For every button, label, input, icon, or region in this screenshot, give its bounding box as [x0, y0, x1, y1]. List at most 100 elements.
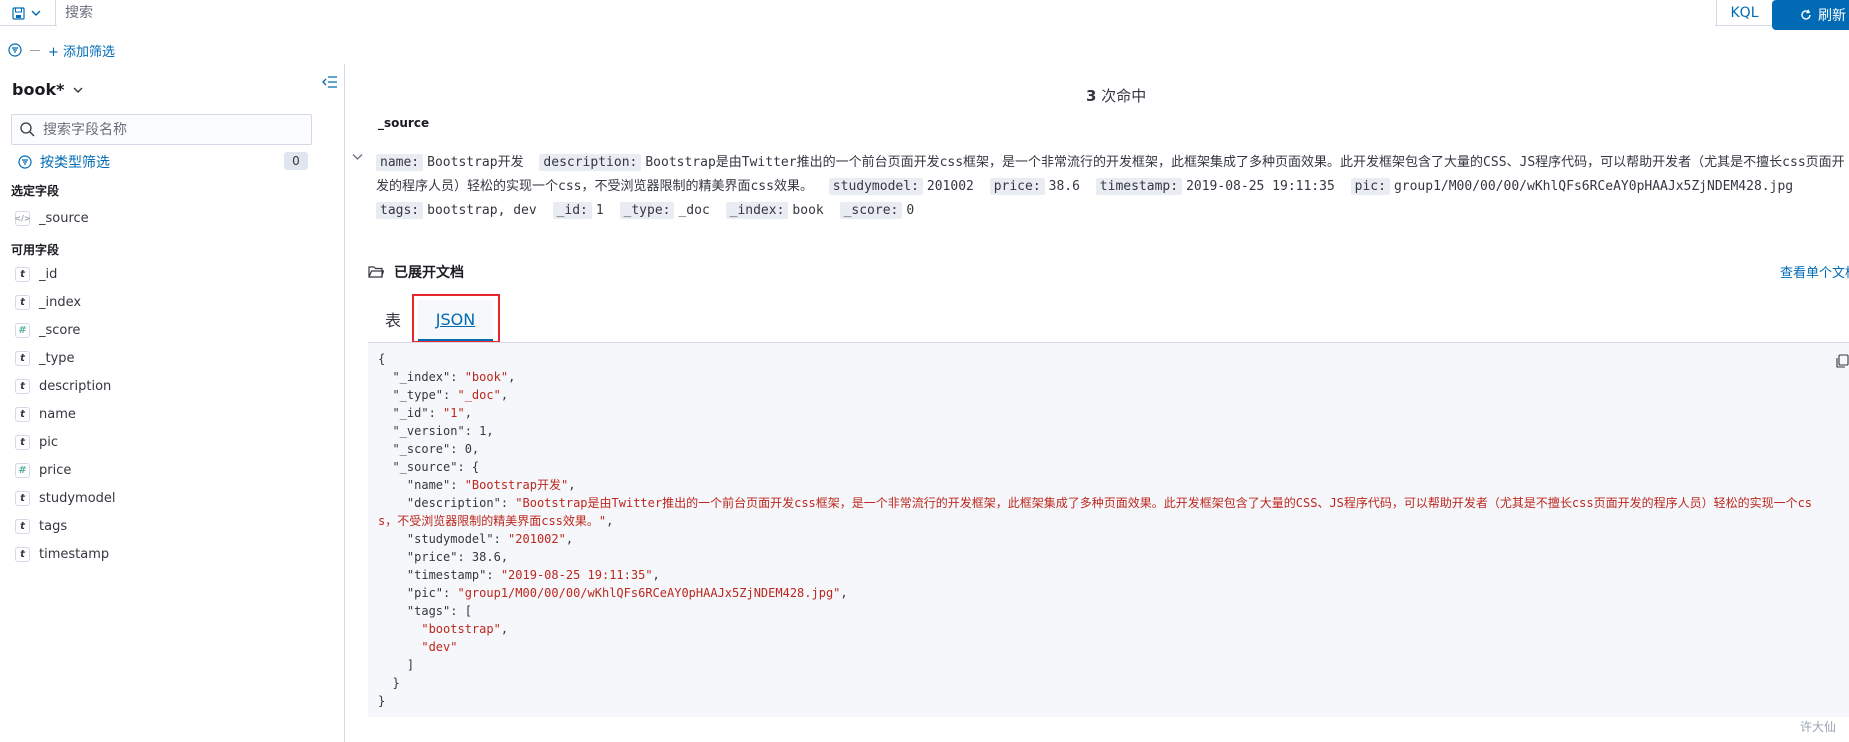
json-string: "group1/M00/00/00/wKhlQFs6RCeAY0pHAAJx5Z…	[457, 586, 841, 600]
json-string: "book"	[464, 370, 509, 384]
tab-table[interactable]: 表	[385, 307, 401, 331]
json-token: ,	[508, 370, 516, 384]
field-item-timestamp[interactable]: t timestamp	[15, 544, 109, 564]
field-item-id[interactable]: t _id	[15, 264, 57, 284]
search-input[interactable]	[57, 0, 1715, 26]
json-string: "2019-08-25 19:11:35"	[500, 568, 653, 582]
json-token: "price": 38.6,	[378, 550, 509, 564]
field-name: tags	[39, 518, 68, 534]
field-item-tags[interactable]: t tags	[15, 516, 67, 536]
field-item-source[interactable]: </> _source	[14, 208, 89, 228]
json-string: "dev"	[421, 640, 458, 654]
json-line: "timestamp": "2019-08-25 19:11:35",	[378, 566, 1812, 584]
field-item-pic[interactable]: t pic	[15, 432, 58, 452]
field-item-name[interactable]: t name	[15, 404, 76, 424]
field-name: _id	[39, 266, 58, 282]
field-name: _index	[39, 294, 82, 310]
save-icon	[12, 6, 25, 20]
field-name: timestamp	[39, 546, 110, 562]
view-single-document-link[interactable]: 查看单个文档	[1780, 262, 1849, 281]
json-line: "studymodel": "201002",	[378, 530, 1812, 548]
expanded-document-title: 已展开文档	[394, 265, 464, 281]
number-type-icon: #	[15, 322, 30, 338]
string-type-icon: t	[15, 434, 30, 450]
collapse-sidebar-icon[interactable]	[322, 74, 338, 93]
field-search-input[interactable]	[43, 121, 303, 138]
field-search-box	[11, 114, 312, 145]
refresh-button[interactable]: 刷新	[1772, 0, 1849, 30]
string-type-icon: t	[15, 266, 30, 282]
json-string: "1"	[443, 406, 465, 420]
summary-key: _score:	[839, 202, 903, 219]
field-name: _type	[39, 350, 75, 366]
json-token: ,	[652, 568, 660, 582]
hits-counter: 3 次命中	[1086, 85, 1146, 106]
json-line: "pic": "group1/M00/00/00/wKhlQFs6RCeAY0p…	[378, 584, 1812, 602]
tab-json[interactable]: JSON	[418, 300, 493, 341]
chevron-down-icon	[31, 10, 41, 16]
summary-value: 2019-08-25 19:11:35	[1186, 179, 1335, 194]
json-string: "bootstrap"	[421, 622, 501, 636]
hits-label: 次命中	[1101, 87, 1147, 105]
number-type-icon: #	[15, 462, 30, 478]
json-line: s，不受浏览器限制的精美界面css效果。",	[378, 512, 1812, 530]
json-line: "_type": "_doc",	[378, 386, 1812, 404]
summary-value: 1	[595, 203, 604, 218]
filter-row: + 添加筛选	[8, 40, 115, 60]
json-line: "dev"	[378, 638, 1812, 656]
summary-value: book	[792, 203, 824, 218]
json-line: "_index": "book",	[378, 368, 1812, 386]
index-pattern-name: book*	[12, 80, 65, 99]
index-pattern-selector[interactable]: book*	[12, 80, 84, 99]
hits-count: 3	[1086, 87, 1097, 105]
filter-icon	[18, 155, 32, 169]
available-fields-title: 可用字段	[11, 243, 60, 257]
summary-value: bootstrap, dev	[427, 203, 537, 218]
json-token: "_type":	[378, 388, 458, 402]
field-item-studymodel[interactable]: t studymodel	[15, 488, 116, 508]
field-item-description[interactable]: t description	[15, 376, 111, 396]
source-code-icon: </>	[14, 210, 31, 226]
json-string: "201002"	[508, 532, 566, 546]
json-token: "_score": 0,	[378, 442, 480, 456]
filter-icon[interactable]	[8, 43, 22, 57]
field-item-index[interactable]: t _index	[15, 292, 81, 312]
field-name: name	[39, 406, 76, 422]
string-type-icon: t	[15, 546, 30, 562]
json-token: ,	[606, 514, 614, 528]
json-token: ,	[464, 406, 472, 420]
json-token: ,	[565, 532, 574, 546]
saved-query-menu[interactable]	[0, 0, 56, 26]
field-item-type[interactable]: t _type	[15, 348, 75, 368]
json-token: ,	[568, 478, 576, 492]
summary-key: tags:	[376, 202, 424, 219]
refresh-icon	[1801, 9, 1811, 20]
add-filter-button[interactable]: + 添加筛选	[48, 41, 115, 60]
json-token: "name":	[378, 478, 465, 492]
json-string: "_doc"	[457, 388, 501, 402]
field-name: studymodel	[39, 490, 116, 506]
search-icon	[20, 122, 35, 137]
field-name: description	[39, 378, 112, 394]
json-token: "_version": 1,	[378, 424, 494, 438]
field-item-score[interactable]: # _score	[15, 320, 80, 340]
collapse-row-icon[interactable]	[352, 150, 363, 164]
selected-fields-title: 选定字段	[11, 184, 60, 198]
json-token: "pic":	[378, 586, 458, 600]
json-token: "_source": {	[378, 460, 480, 474]
json-token: {	[378, 352, 386, 366]
summary-value: Bootstrap开发	[427, 155, 524, 170]
summary-value: 38.6	[1048, 179, 1080, 194]
summary-key: studymodel:	[828, 178, 923, 195]
copy-icon[interactable]	[1836, 354, 1849, 372]
json-token: "_index":	[378, 370, 465, 384]
filter-by-type-button[interactable]: 按类型筛选	[18, 152, 110, 172]
kql-toggle-button[interactable]: KQL	[1716, 0, 1772, 26]
summary-value: group1/M00/00/00/wKhlQFs6RCeAY0pHAAJx5Zj…	[1393, 179, 1794, 194]
source-column-header: _source	[378, 116, 430, 130]
string-type-icon: t	[15, 518, 30, 534]
summary-key: pic:	[1350, 178, 1390, 195]
json-token: "description":	[378, 496, 516, 510]
field-item-price[interactable]: # price	[15, 460, 71, 480]
